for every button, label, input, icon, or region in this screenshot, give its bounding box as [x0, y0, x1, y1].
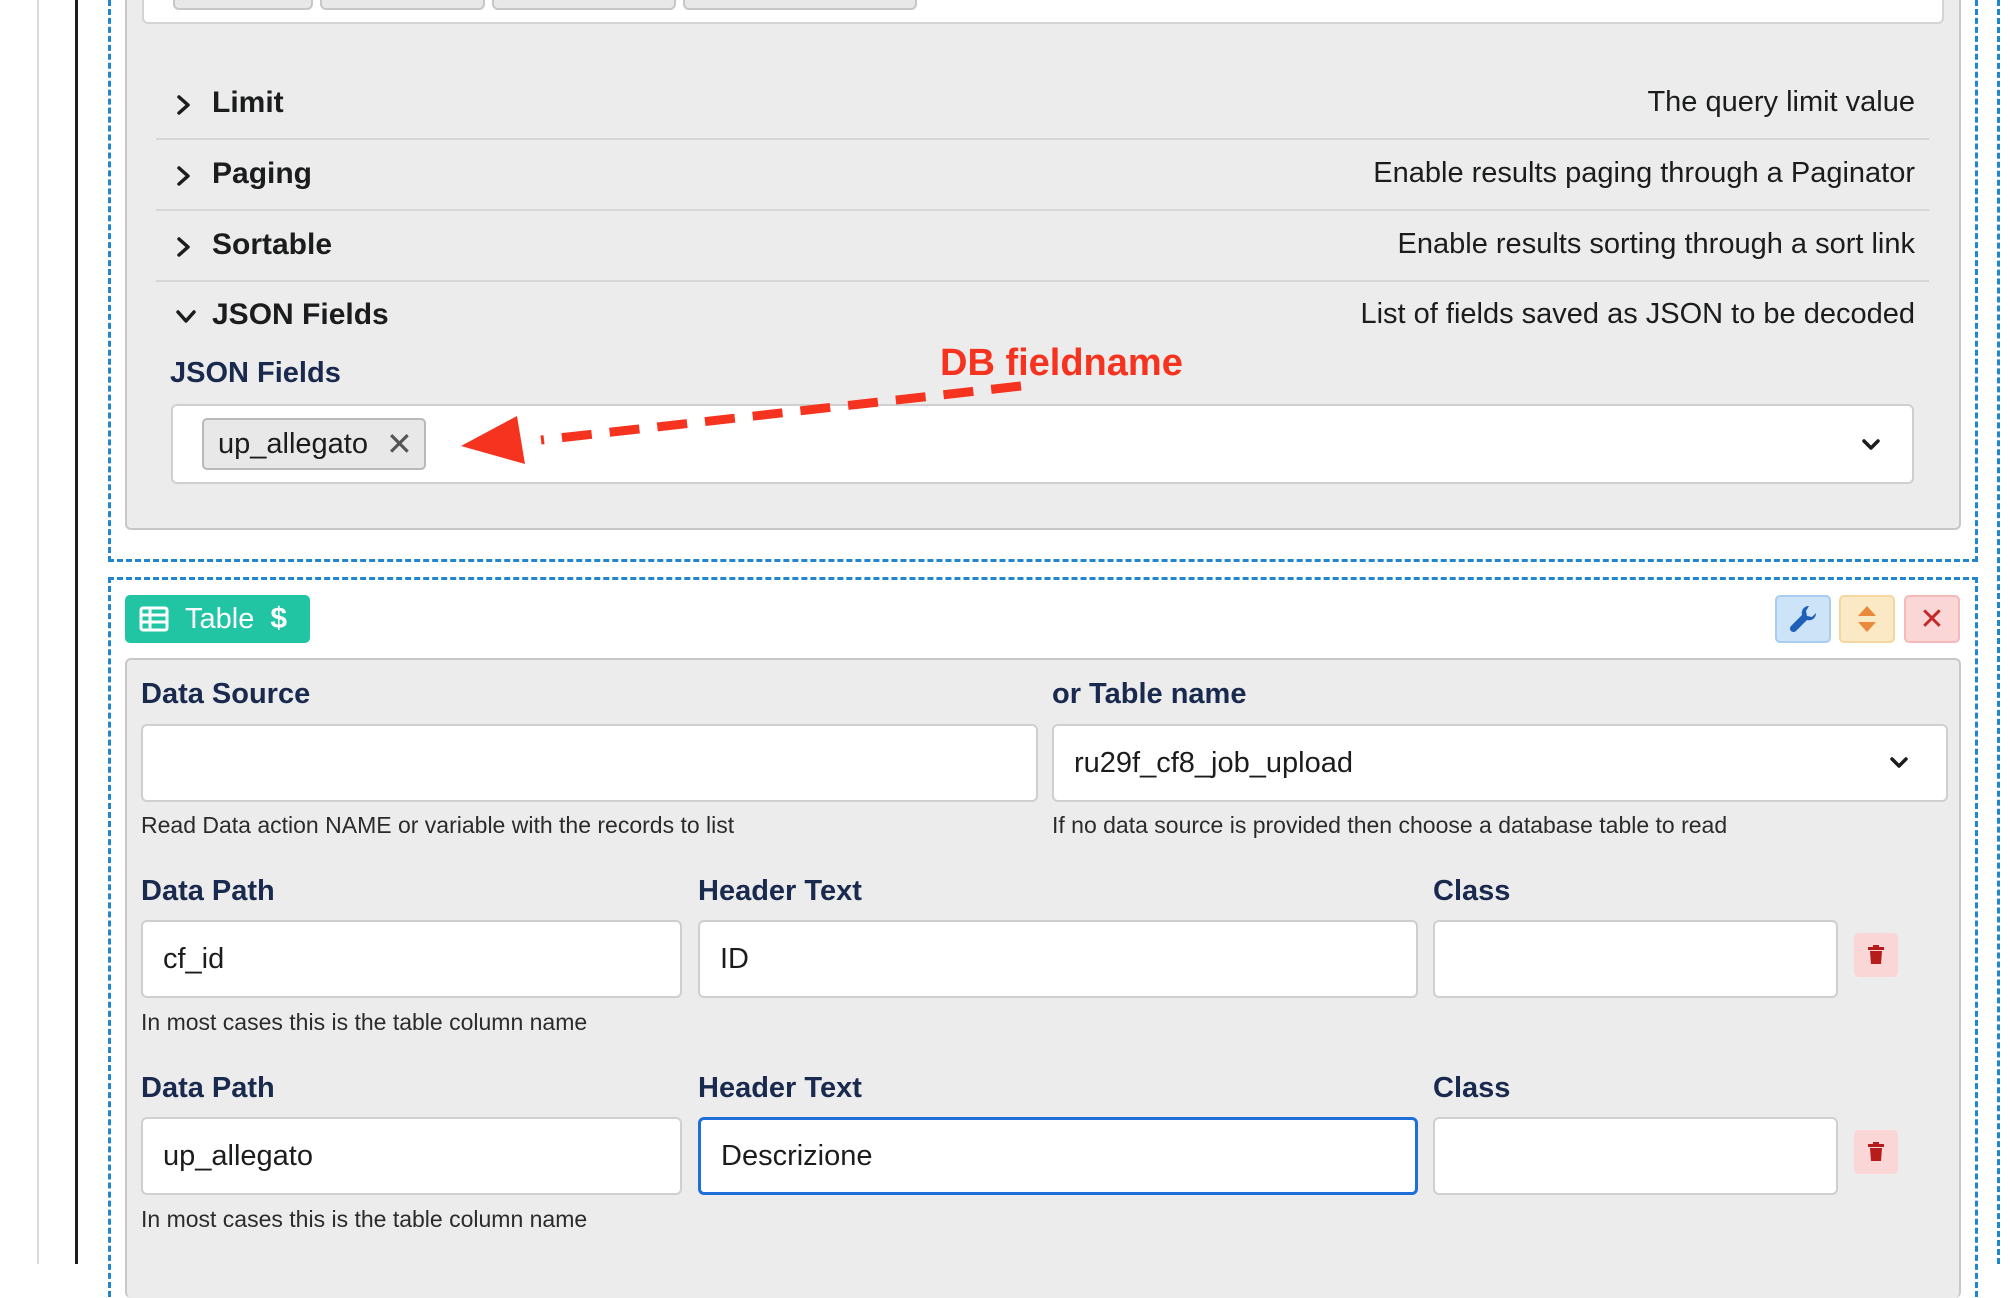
chip-label: up_allegato [218, 427, 368, 460]
toolbar-button-2[interactable] [320, 0, 485, 10]
left-rule [75, 0, 78, 1264]
accordion-description: Enable results paging through a Paginato… [1373, 157, 1915, 189]
table-component-tag[interactable]: Table $ [125, 595, 310, 643]
data-path-hint: In most cases this is the table column n… [141, 1206, 588, 1232]
annotation-label: DB fieldname [940, 342, 1183, 384]
chevron-right-icon [177, 237, 190, 257]
accordion-title: JSON Fields [212, 298, 389, 331]
accordion-description: Enable results sorting through a sort li… [1397, 228, 1915, 260]
toolbar-button-4[interactable] [683, 0, 917, 10]
accordion-sortable[interactable]: Sortable Enable results sorting through … [156, 212, 1929, 282]
data-path-label: Data Path [141, 1072, 275, 1104]
json-field-chip[interactable]: up_allegato ✕ [202, 418, 426, 470]
json-fields-multiselect[interactable] [171, 404, 1914, 484]
toolbar-button-1[interactable] [173, 0, 313, 10]
chevron-right-icon [177, 95, 190, 115]
accordion-title: Paging [212, 157, 313, 190]
chevron-down-icon[interactable] [1859, 433, 1883, 457]
data-source-input[interactable] [141, 724, 1038, 802]
settings-button[interactable] [1775, 595, 1831, 643]
header-text-input[interactable]: Descrizione [698, 1117, 1418, 1195]
toolbar-button-3[interactable] [492, 0, 676, 10]
table-name-select[interactable]: ru29f_cf8_job_upload [1052, 724, 1948, 802]
accordion-title: Limit [212, 86, 284, 119]
data-path-input[interactable]: up_allegato [141, 1117, 682, 1195]
data-path-input[interactable]: cf_id [141, 920, 682, 998]
header-text-value: ID [720, 942, 749, 975]
accordion-description: List of fields saved as JSON to be decod… [1360, 298, 1915, 330]
table-tag-label: Table [185, 602, 255, 635]
trash-icon [1868, 1142, 1884, 1161]
accordion-paging[interactable]: Paging Enable results paging through a P… [156, 141, 1929, 211]
table-name-label: or Table name [1052, 678, 1247, 710]
data-path-value: up_allegato [163, 1139, 313, 1172]
header-text-input[interactable]: ID [698, 920, 1418, 998]
move-button[interactable] [1839, 595, 1895, 643]
delete-column-button[interactable] [1854, 933, 1898, 977]
class-input[interactable] [1433, 1117, 1838, 1195]
accordion-limit[interactable]: Limit The query limit value [156, 70, 1929, 140]
table-icon [139, 606, 169, 632]
chevron-right-icon [177, 166, 190, 186]
accordion-title: Sortable [212, 228, 333, 261]
class-label: Class [1433, 875, 1511, 907]
header-text-value: Descrizione [721, 1139, 873, 1172]
sort-icon [1858, 606, 1876, 632]
trash-icon [1868, 945, 1884, 964]
data-source-label: Data Source [141, 678, 311, 710]
data-path-value: cf_id [163, 942, 225, 975]
close-icon[interactable]: ✕ [386, 428, 413, 460]
data-path-hint: In most cases this is the table column n… [141, 1009, 588, 1035]
data-path-label: Data Path [141, 875, 275, 907]
dollar-icon: $ [270, 602, 288, 635]
data-source-hint: Read Data action NAME or variable with t… [141, 812, 735, 838]
chevron-down-icon [176, 310, 196, 323]
class-input[interactable] [1433, 920, 1838, 998]
table-name-value: ru29f_cf8_job_upload [1074, 746, 1353, 779]
accordion-description: The query limit value [1647, 86, 1915, 118]
table-name-hint: If no data source is provided then choos… [1052, 812, 1728, 838]
header-text-label: Header Text [698, 1072, 862, 1104]
class-label: Class [1433, 1072, 1511, 1104]
wrench-icon [1789, 605, 1817, 633]
remove-component-button[interactable]: ✕ [1904, 595, 1960, 643]
json-fields-label: JSON Fields [170, 357, 341, 389]
header-text-label: Header Text [698, 875, 862, 907]
close-icon: ✕ [1919, 602, 1945, 636]
outer-dashed-border [1997, 0, 2000, 1264]
chevron-down-icon [1890, 757, 1908, 768]
delete-column-button[interactable] [1854, 1130, 1898, 1174]
left-border [37, 0, 39, 1264]
